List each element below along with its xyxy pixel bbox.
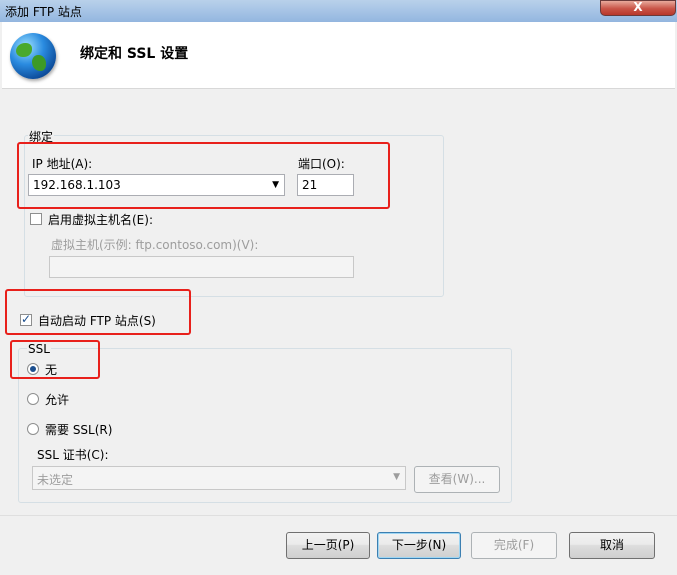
ssl-cert-value: 未选定 <box>37 473 74 487</box>
virtual-host-input[interactable] <box>49 256 354 278</box>
ssl-allow-radio[interactable] <box>27 393 39 405</box>
globe-icon <box>10 33 56 79</box>
window-title: 添加 FTP 站点 <box>5 5 82 19</box>
title-bar: 添加 FTP 站点 <box>0 0 677 22</box>
page-title: 绑定和 SSL 设置 <box>80 46 189 62</box>
highlight-box-binding <box>17 142 390 209</box>
virtual-host-checkbox-label: 启用虚拟主机名(E): <box>48 213 153 227</box>
next-button[interactable]: 下一步(N) <box>377 532 461 559</box>
dropdown-arrow-icon[interactable]: ▼ <box>393 472 400 482</box>
highlight-box-autostart <box>5 289 191 335</box>
view-cert-button[interactable]: 查看(W)... <box>414 466 500 493</box>
footer-divider <box>0 515 677 516</box>
ssl-allow-label: 允许 <box>45 393 70 407</box>
ssl-cert-combobox[interactable]: 未选定 ▼ <box>32 466 406 490</box>
finish-button[interactable]: 完成(F) <box>471 532 557 559</box>
globe-land-shape <box>16 43 32 57</box>
cancel-button[interactable]: 取消 <box>569 532 655 559</box>
virtual-host-label: 虚拟主机(示例: ftp.contoso.com)(V): <box>51 238 259 252</box>
close-icon: X <box>633 0 643 14</box>
ssl-cert-label: SSL 证书(C): <box>37 448 109 462</box>
ssl-require-radio[interactable] <box>27 423 39 435</box>
globe-land-shape <box>32 55 46 71</box>
virtual-host-checkbox[interactable] <box>30 213 42 225</box>
previous-button[interactable]: 上一页(P) <box>286 532 370 559</box>
ssl-require-label: 需要 SSL(R) <box>45 423 113 437</box>
close-button[interactable]: X <box>600 0 676 16</box>
highlight-box-ssl <box>10 340 100 379</box>
